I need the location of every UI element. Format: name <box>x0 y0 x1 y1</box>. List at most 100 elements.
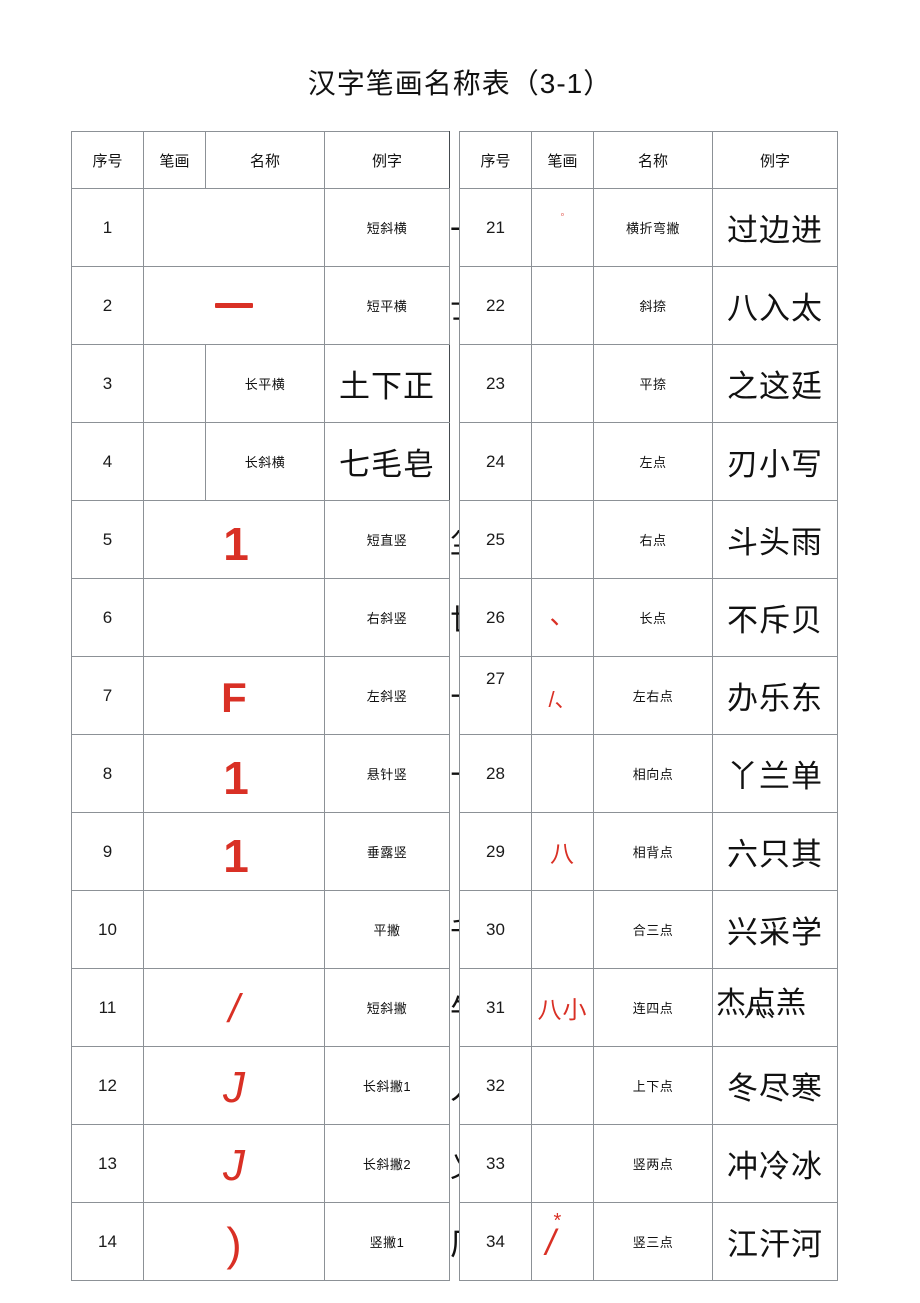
row-number: 25 <box>459 500 532 579</box>
dew-vertical-stroke-icon: 1 <box>223 829 249 882</box>
header-num: 序号 <box>459 131 532 189</box>
table-row: 21 ◦ 横折弯撇 过边进 <box>459 188 838 267</box>
table-row: 12 J 长斜撇1 人左少 <box>71 1046 546 1125</box>
example-chars: 冬尽寒 <box>712 1046 838 1125</box>
table-row: 4 长斜横 七毛皂 <box>71 422 450 501</box>
row-number: 24 <box>459 422 532 501</box>
right-table-header: 序号 笔画 名称 例字 <box>459 131 838 189</box>
header-name: 名称 <box>205 131 325 189</box>
row-number: 33 <box>459 1124 532 1203</box>
stroke-cell: 八小 <box>531 968 594 1047</box>
table-row: 2 dash 短平横 士王壬 <box>71 266 546 345</box>
stroke-cell-a <box>143 422 206 501</box>
table-row: 34 * / */ 竖三点 江汗河 <box>459 1202 838 1281</box>
row-number: 14 <box>71 1202 144 1281</box>
stroke-cell <box>531 1046 594 1125</box>
stroke-cell: 1 <box>143 500 325 579</box>
stroke-name: 平捺 <box>593 344 713 423</box>
row-number: 34 <box>459 1202 532 1281</box>
table-row: 7 F 左斜竖 十共 <box>71 656 514 735</box>
example-chars: 办乐东 <box>712 656 838 735</box>
stroke-name: 竖撇1 <box>324 1202 450 1281</box>
stroke-name: 短斜横 <box>324 188 450 267</box>
table-row: 9 1 垂露竖 卜川木 <box>71 812 546 891</box>
stroke-cell: J <box>143 1046 325 1125</box>
slash-mark: / <box>545 1222 556 1263</box>
example-chars: 江汗河 <box>712 1202 838 1281</box>
stroke-name: 垂露竖 <box>324 812 450 891</box>
table-row: 14 ) 竖撇1 厂月 <box>71 1202 514 1281</box>
row-number: 23 <box>459 344 532 423</box>
table-row: 33 竖两点 冲冷冰 <box>459 1124 838 1203</box>
row-number: 9 <box>71 812 144 891</box>
right-table-body: 21 ◦ 横折弯撇 过边进 22 斜捺 八入太 23 平捺 之这廷 24 左点 … <box>459 188 838 1281</box>
table-row: 29 八 相背点 六只其 <box>459 812 838 891</box>
stroke-cell <box>531 1124 594 1203</box>
row-number: 29 <box>459 812 532 891</box>
row-number: 10 <box>71 890 144 969</box>
row-number: 2 <box>71 266 144 345</box>
table-row: 27 /、 左右点 办乐东 <box>459 656 838 735</box>
stroke-cell <box>531 500 594 579</box>
vertical-stroke-icon: 1 <box>223 517 249 570</box>
row-number: 8 <box>71 734 144 813</box>
row-number: 5 <box>71 500 144 579</box>
row-number: 27 <box>459 656 532 735</box>
table-row: 26 、 长点 不斥贝 <box>459 578 838 657</box>
row-number: 13 <box>71 1124 144 1203</box>
vertical-throw-stroke-icon: ) <box>226 1217 242 1270</box>
example-chars: 八入太 <box>712 266 838 345</box>
stroke-cell: / <box>143 968 325 1047</box>
stroke-cell <box>531 422 594 501</box>
stroke-cell: * / */ <box>531 1202 594 1281</box>
stroke-cell: J <box>143 1124 325 1203</box>
table-row: 24 左点 刃小写 <box>459 422 838 501</box>
document-page: 汉字笔画名称表（3-1） 序号 笔画 名称 例字 1 短斜横 2 短平横 3 长… <box>0 0 920 1303</box>
example-chars-overlapped: 杰点羔 八、 <box>712 968 838 1047</box>
stroke-name: 左右点 <box>593 656 713 735</box>
header-stroke: 笔画 <box>531 131 594 189</box>
page-title: 汉字笔画名称表（3-1） <box>307 68 613 99</box>
stroke-name: 竖两点 <box>593 1124 713 1203</box>
row-number: 3 <box>71 344 144 423</box>
stroke-name: 相向点 <box>593 734 713 813</box>
stroke-name: 横折弯撇 <box>593 188 713 267</box>
row-number: 26 <box>459 578 532 657</box>
stroke-name: 短斜撇 <box>324 968 450 1047</box>
table-row: 3 长平横 土下正 <box>71 344 450 423</box>
table-row: 11 / 短斜撇 牛生年 <box>71 968 546 1047</box>
example-overlay-chars: 八、 <box>744 996 789 1022</box>
stroke-cell <box>143 578 325 657</box>
table-row: 5 1 短直竖 尘圭止 <box>71 500 546 579</box>
long-dot-stroke-icon: 、 <box>549 600 576 630</box>
stroke-cell: ) <box>143 1202 325 1281</box>
stroke-cell: 1 <box>143 812 325 891</box>
stroke-name: 平撇 <box>324 890 450 969</box>
row-number: 30 <box>459 890 532 969</box>
stroke-name: 短平横 <box>324 266 450 345</box>
stroke-name: 右点 <box>593 500 713 579</box>
table-row: 22 斜捺 八入太 <box>459 266 838 345</box>
stroke-name: 合三点 <box>593 890 713 969</box>
stroke-cell: dash <box>143 266 325 345</box>
stroke-table-right: 序号 笔画 名称 例字 21 ◦ 横折弯撇 过边进 22 斜捺 八入太 23 平… <box>459 131 838 1281</box>
horizontal-fold-bend-throw-stroke-icon: ◦ <box>560 208 565 221</box>
header-example: 例字 <box>712 131 838 189</box>
row-number: 7 <box>71 656 144 735</box>
row-number: 31 <box>459 968 532 1047</box>
example-chars: 丫兰单 <box>712 734 838 813</box>
row-number: 6 <box>71 578 144 657</box>
stroke-name: 长斜撇1 <box>324 1046 450 1125</box>
left-table-header: 序号 笔画 名称 例字 <box>71 131 450 189</box>
stroke-name: 长斜撇2 <box>324 1124 450 1203</box>
left-slant-vertical-stroke-icon: F <box>221 673 247 721</box>
stroke-name: 右斜竖 <box>324 578 450 657</box>
example-chars: 冲冷冰 <box>712 1124 838 1203</box>
stroke-name: 长斜横 <box>205 422 325 501</box>
header-name: 名称 <box>593 131 713 189</box>
header-stroke: 笔画 <box>143 131 206 189</box>
left-right-dots-stroke-icon: /、 <box>548 686 577 712</box>
table-row: 10 平撇 千斤舌 <box>71 890 546 969</box>
stroke-cell: /、 <box>531 656 594 735</box>
stroke-name: 竖三点 <box>593 1202 713 1281</box>
